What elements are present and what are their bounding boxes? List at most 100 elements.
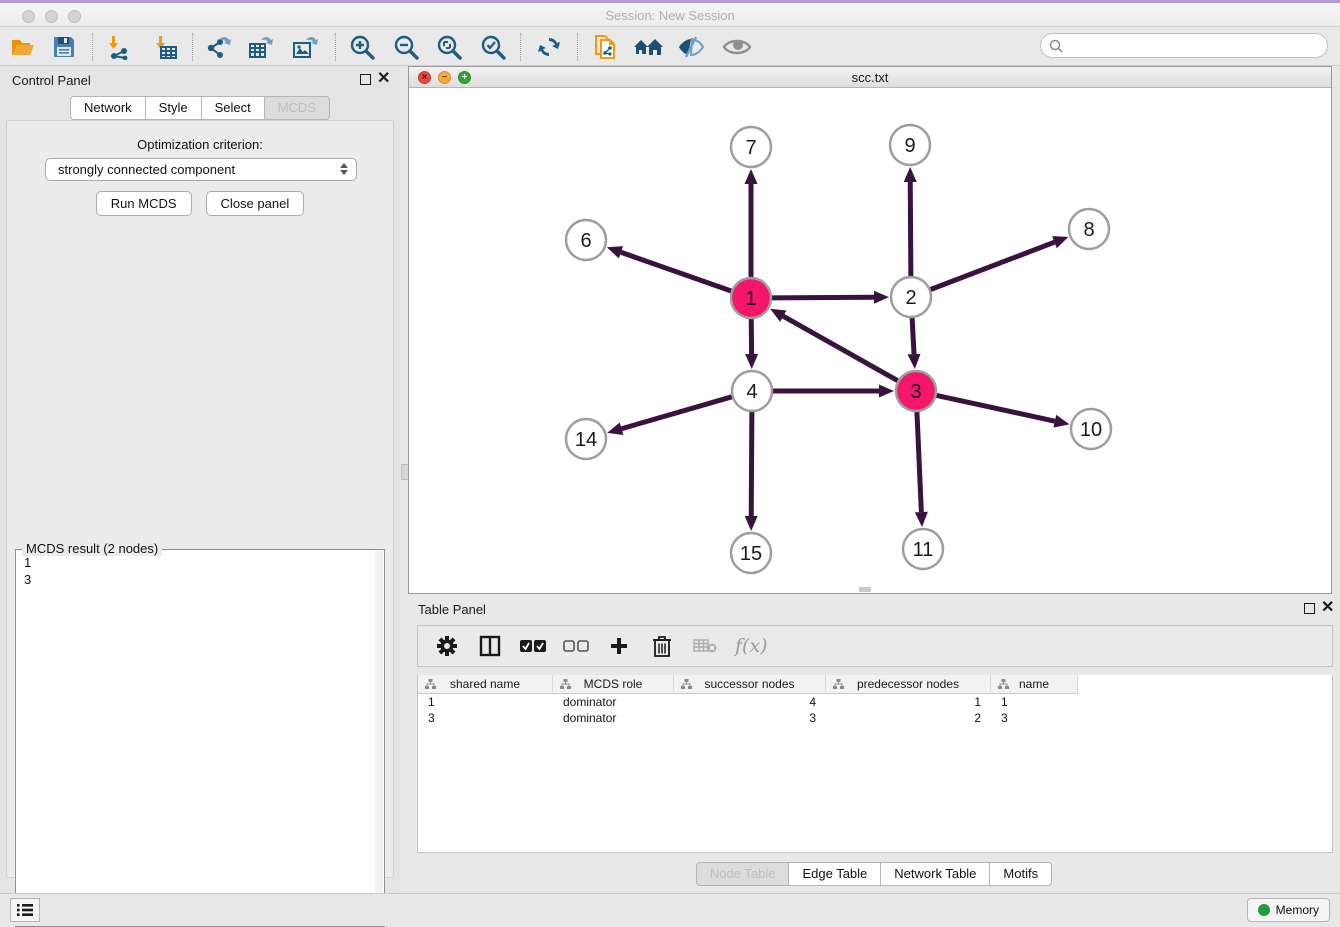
zoom-selected-icon[interactable] [478, 32, 508, 62]
graph-node-14[interactable]: 14 [566, 419, 606, 459]
column-header-shared-name[interactable]: shared name [418, 675, 553, 694]
column-header-successor-nodes[interactable]: successor nodes [674, 675, 826, 694]
tab-select[interactable]: Select [202, 96, 265, 120]
svg-text:7: 7 [745, 137, 756, 159]
select-all-icon[interactable] [520, 633, 546, 659]
svg-text:6: 6 [580, 230, 591, 252]
float-panel-icon[interactable] [360, 74, 371, 85]
duplicate-network-icon[interactable] [590, 32, 620, 62]
graph-node-8[interactable]: 8 [1069, 209, 1109, 249]
criterion-select[interactable]: strongly connected component [45, 158, 357, 181]
memory-button[interactable]: Memory [1247, 898, 1330, 922]
zoom-out-icon[interactable] [391, 32, 421, 62]
eye-icon[interactable] [722, 32, 752, 62]
window-title: Session: New Session [0, 8, 1340, 23]
svg-text:9: 9 [904, 135, 915, 157]
graph-edge-3-1[interactable] [783, 316, 897, 381]
sort-icon [833, 679, 844, 693]
mcds-result-box: MCDS result (2 nodes) 1 3 [15, 549, 385, 927]
table-panel: Table Panel ✕ [408, 596, 1340, 893]
table-cell: 1 [1001, 695, 1068, 709]
table-cell: dominator [563, 695, 664, 709]
network-canvas[interactable]: 7 9 6 8 1 2 4 3 14 10 15 11 [409, 88, 1331, 593]
table-row[interactable]: 3dominator323 [418, 710, 1332, 726]
table-tab-network-table[interactable]: Network Table [881, 862, 990, 886]
table-tab-edge-table[interactable]: Edge Table [789, 862, 881, 886]
run-mcds-button[interactable]: Run MCDS [96, 191, 192, 216]
network-window-titlebar[interactable]: × − + scc.txt [409, 67, 1331, 88]
main-toolbar [0, 27, 1340, 66]
graph-edge-3-10[interactable] [937, 395, 1055, 421]
toolbar-separator [92, 33, 93, 61]
graph-node-4[interactable]: 4 [732, 371, 772, 411]
table-tabs: Node TableEdge TableNetwork TableMotifs [408, 862, 1340, 886]
import-table-icon[interactable] [150, 32, 180, 62]
import-network-icon[interactable] [103, 32, 133, 62]
graph-edge-1-6[interactable] [621, 252, 731, 291]
graph-node-10[interactable]: 10 [1071, 409, 1111, 449]
graph-edge-2-3[interactable] [912, 318, 914, 354]
graph-edge-arrow [879, 385, 894, 398]
graph-node-6[interactable]: 6 [566, 220, 606, 260]
graph-node-1[interactable]: 1 [731, 278, 771, 318]
refresh-icon[interactable] [534, 32, 564, 62]
export-table-icon[interactable] [246, 32, 276, 62]
search-input[interactable] [1068, 38, 1327, 53]
application-window: Session: New Session [0, 0, 1340, 926]
result-scrollbar[interactable] [375, 551, 383, 925]
graph-edge-4-14[interactable] [622, 397, 732, 429]
save-session-icon[interactable] [49, 32, 79, 62]
tab-style[interactable]: Style [146, 96, 202, 120]
close-table-panel-icon[interactable]: ✕ [1321, 599, 1334, 617]
control-panel-title: Control Panel [12, 73, 91, 88]
toolbar-separator [192, 33, 193, 61]
memory-label: Memory [1276, 903, 1319, 917]
graph-node-15[interactable]: 15 [731, 533, 771, 573]
deselect-all-icon[interactable] [563, 633, 589, 659]
graph-node-11[interactable]: 11 [903, 529, 943, 569]
float-table-panel-icon[interactable] [1304, 603, 1315, 614]
task-history-button[interactable] [10, 898, 40, 922]
table-tab-motifs[interactable]: Motifs [990, 862, 1052, 886]
export-image-icon[interactable] [290, 32, 320, 62]
column-view-icon[interactable] [477, 633, 503, 659]
column-header-MCDS-role[interactable]: MCDS role [553, 675, 674, 694]
toolbar-separator [577, 33, 578, 61]
graph-node-7[interactable]: 7 [731, 127, 771, 167]
add-column-icon[interactable] [606, 633, 632, 659]
zoom-fit-icon[interactable] [434, 32, 464, 62]
graph-edge-arrow [745, 516, 758, 531]
delete-column-icon[interactable] [649, 633, 675, 659]
graph-edge-2-9[interactable] [910, 182, 911, 276]
graph-node-3[interactable]: 3 [896, 371, 936, 411]
table-tab-node-table[interactable]: Node Table [696, 862, 790, 886]
graph-edge-1-2[interactable] [772, 297, 874, 298]
tab-network[interactable]: Network [70, 96, 146, 120]
table-row[interactable]: 1dominator411 [418, 694, 1332, 710]
graph-node-2[interactable]: 2 [891, 277, 931, 317]
graph-node-9[interactable]: 9 [890, 125, 930, 165]
close-panel-icon[interactable]: ✕ [377, 70, 390, 88]
zoom-in-icon[interactable] [347, 32, 377, 62]
hide-eye-icon[interactable] [676, 32, 706, 62]
graph-edge-arrow [908, 354, 921, 369]
column-header-name[interactable]: name [991, 675, 1078, 694]
network-hscrollbar[interactable] [859, 587, 871, 592]
graph-edge-3-11[interactable] [917, 412, 921, 512]
export-network-icon[interactable] [203, 32, 233, 62]
svg-text:8: 8 [1083, 219, 1094, 241]
svg-text:14: 14 [575, 429, 597, 451]
column-header-predecessor-nodes[interactable]: predecessor nodes [826, 675, 991, 694]
tab-mcds[interactable]: MCDS [265, 96, 330, 120]
mcds-result-text[interactable]: 1 3 [16, 550, 375, 926]
houses-icon[interactable] [633, 32, 663, 62]
gear-icon[interactable] [434, 633, 460, 659]
graph-edge-2-8[interactable] [931, 242, 1055, 289]
close-panel-button[interactable]: Close panel [206, 191, 305, 216]
open-file-icon[interactable] [8, 32, 38, 62]
memory-status-icon [1258, 904, 1270, 916]
graph-edge-4-15[interactable] [751, 412, 752, 516]
sort-icon [681, 679, 692, 693]
function-builder-icon: f(x) [735, 635, 768, 657]
table-cell: 1 [836, 695, 981, 709]
